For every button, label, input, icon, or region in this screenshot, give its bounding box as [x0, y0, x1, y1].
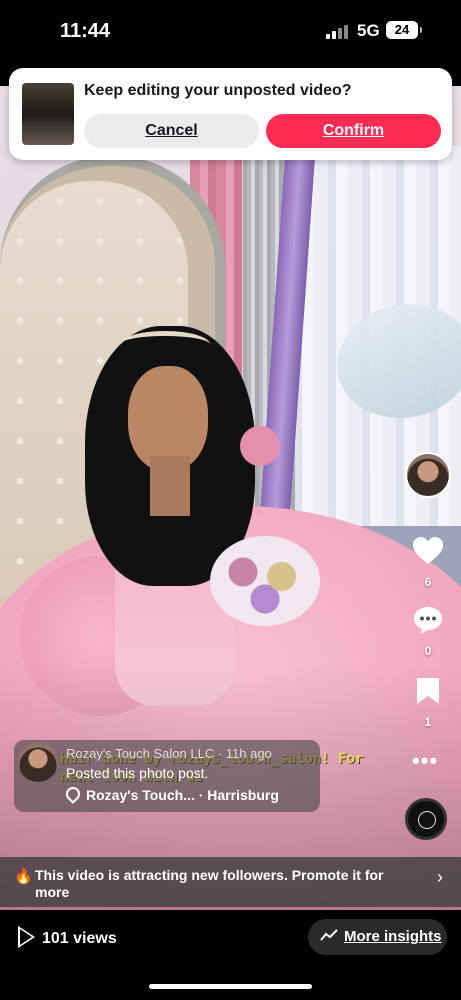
location-label: Rozay's Touch... · Harrisburg — [86, 787, 279, 803]
cancel-button[interactable]: Cancel — [84, 114, 259, 148]
flame-icon: 🔥 — [14, 868, 33, 885]
comment-icon — [414, 607, 442, 634]
promote-bar[interactable]: 🔥 This video is attracting new followers… — [0, 857, 461, 907]
like-count: 6 — [424, 575, 432, 589]
post-description: Posted this photo post. — [66, 765, 209, 781]
like-button[interactable]: 6 — [406, 536, 450, 589]
comment-count: 0 — [424, 644, 432, 658]
views-label: 101 views — [42, 930, 117, 947]
banner-title: Keep editing your unposted video? — [84, 82, 352, 99]
status-bar: 11:44 5G 24 — [0, 0, 461, 62]
clock: 11:44 — [60, 20, 111, 42]
draft-thumbnail[interactable] — [22, 83, 74, 145]
comment-button[interactable]: 0 — [406, 605, 450, 658]
chevron-right-icon: › — [437, 867, 443, 887]
bookmark-icon — [417, 678, 439, 704]
bottom-bar: 101 views More insights — [0, 910, 461, 1000]
music-disc-icon[interactable] — [405, 798, 447, 840]
more-options-icon[interactable]: ••• — [412, 748, 438, 774]
save-button[interactable]: 1 — [406, 676, 450, 729]
location-pin-icon — [63, 784, 83, 804]
chart-icon — [320, 929, 338, 941]
views-count[interactable]: 101 views — [18, 926, 117, 948]
more-insights-label: More insights — [344, 928, 442, 945]
save-count: 1 — [424, 715, 432, 729]
promote-text: This video is attracting new followers. … — [35, 867, 384, 900]
unposted-video-banner: Keep editing your unposted video? Cancel… — [9, 68, 452, 160]
creator-avatar[interactable] — [405, 452, 451, 498]
home-indicator[interactable] — [149, 984, 312, 989]
more-insights-button[interactable]: More insights — [308, 919, 447, 955]
battery-icon: 24 — [386, 21, 422, 39]
post-author-avatar[interactable] — [18, 742, 58, 782]
network-type: 5G — [357, 21, 380, 40]
cellular-signal-icon — [326, 25, 348, 39]
post-author-time: Rozay's Touch Salon LLC · 11h ago — [66, 746, 272, 761]
heart-icon — [413, 537, 443, 564]
post-location[interactable]: Rozay's Touch... · Harrisburg — [63, 784, 279, 804]
confirm-button[interactable]: Confirm — [266, 114, 441, 148]
play-icon — [18, 926, 35, 948]
